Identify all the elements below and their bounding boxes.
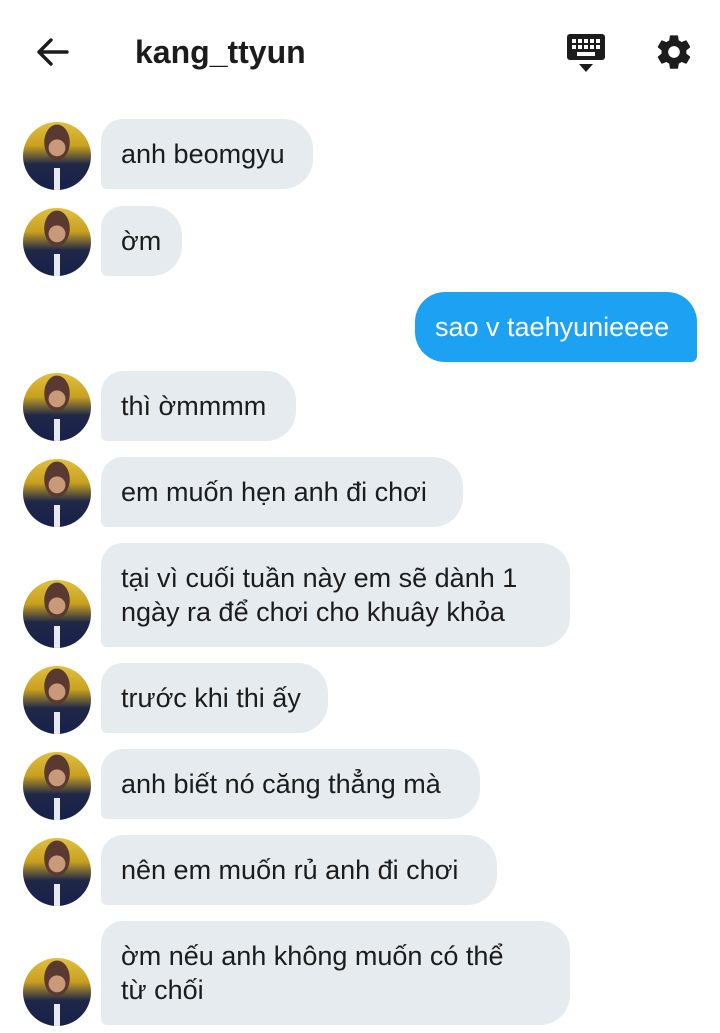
keyboard-button[interactable] bbox=[562, 30, 610, 76]
avatar[interactable] bbox=[23, 666, 91, 734]
message-bubble[interactable]: trước khi thi ấy bbox=[101, 663, 328, 733]
chat-title: kang_ttyun bbox=[135, 34, 306, 70]
message-bubble[interactable]: anh biết nó căng thẳng mà bbox=[101, 749, 480, 819]
avatar[interactable] bbox=[23, 838, 91, 906]
settings-button[interactable] bbox=[650, 28, 698, 76]
message-bubble[interactable]: nên em muốn rủ anh đi chơi bbox=[101, 835, 497, 905]
message-bubble[interactable]: tại vì cuối tuần này em sẽ dành 1 ngày r… bbox=[101, 543, 570, 647]
message-bubble[interactable]: anh beomgyu bbox=[101, 119, 313, 189]
back-button[interactable] bbox=[30, 30, 74, 74]
chat-header: kang_ttyun bbox=[0, 0, 720, 100]
avatar[interactable] bbox=[23, 580, 91, 648]
avatar[interactable] bbox=[23, 958, 91, 1026]
message-bubble[interactable]: ờm nếu anh không muốn có thể từ chối bbox=[101, 921, 570, 1025]
message-bubble-outgoing[interactable]: sao v taehyunieeee bbox=[415, 292, 697, 362]
gear-icon bbox=[657, 35, 691, 69]
message-bubble[interactable]: ờm bbox=[101, 206, 182, 276]
avatar[interactable] bbox=[23, 122, 91, 190]
avatar[interactable] bbox=[23, 459, 91, 527]
arrow-left-icon bbox=[37, 38, 69, 66]
avatar[interactable] bbox=[23, 752, 91, 820]
message-bubble[interactable]: thì ờmmmm bbox=[101, 371, 296, 441]
avatar[interactable] bbox=[23, 373, 91, 441]
keyboard-icon bbox=[567, 34, 605, 72]
message-bubble[interactable]: em muốn hẹn anh đi chơi bbox=[101, 457, 463, 527]
avatar[interactable] bbox=[23, 208, 91, 276]
